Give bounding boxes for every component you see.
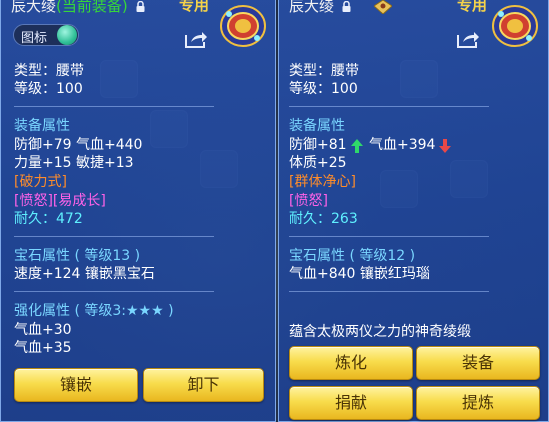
emblem-icon [220,5,266,47]
item-title: 辰大绫 [289,0,351,16]
share-icon[interactable] [457,30,479,48]
icon-toggle-label: 图标 [21,31,48,46]
item-type: 类型：腰带 [14,63,84,79]
rank-badge-icon [374,0,392,14]
divider [14,106,214,107]
compare-equipment-panel: 辰大绫 专用 类型：腰带 等级：100 装备属性 防御+81 气血+394 体质… [278,0,549,422]
divider [289,291,489,292]
divider [289,106,489,107]
gem-line: 速度+124 镶嵌黑宝石 [14,266,155,282]
enhance-line: 气血+35 [14,340,72,356]
down-arrow-icon [439,139,451,153]
donate-button[interactable]: 捐献 [289,386,413,420]
icon-toggle[interactable]: 图标 [13,24,79,46]
durability: 耐久：263 [289,211,358,227]
item-name: 辰大绫 [11,0,57,15]
item-level: 等级：100 [14,81,83,97]
up-arrow-icon [351,139,363,153]
embed-button[interactable]: 镶嵌 [14,368,138,402]
stat-line: 体质+25 [289,155,347,171]
item-title: 辰大绫(当前装备) [11,0,145,16]
special-effect: [愤怒] [289,193,328,209]
equip-button[interactable]: 装备 [416,346,540,380]
current-equipment-panel: 辰大绫(当前装备) 专用 图标 类型：腰带 等级：100 装备属性 防御+79 … [0,0,276,422]
lock-icon [136,1,145,12]
item-name: 辰大绫 [289,0,335,15]
refine-button[interactable]: 炼化 [289,346,413,380]
item-type: 类型：腰带 [289,63,359,79]
stat-line: 力量+15 敏捷+13 [14,155,134,171]
extract-button[interactable]: 提炼 [416,386,540,420]
unequip-button[interactable]: 卸下 [143,368,264,402]
enhance-header: 强化属性 ( 等级3:★★★ ) [14,303,174,319]
divider [14,236,214,237]
gem-header: 宝石属性 ( 等级13 ) [14,248,141,264]
item-level: 等级：100 [289,81,358,97]
stat-hp: 气血+394 [369,137,436,153]
item-description: 蕴含太极两仪之力的神奇绫缎 [289,324,471,340]
gem-header: 宝石属性 ( 等级12 ) [289,248,416,264]
divider [289,236,489,237]
attributes-header: 装备属性 [14,118,70,134]
stat-line: 防御+79 气血+440 [14,137,143,153]
exclusive-label: 专用 [457,0,488,14]
divider [14,291,214,292]
special-skill: [破力式] [14,174,67,190]
lock-icon [342,1,351,12]
toggle-knob [57,25,77,45]
special-skill: [群体净心] [289,174,356,190]
attributes-header: 装备属性 [289,118,345,134]
special-effect: [愤怒][易成长] [14,193,106,209]
stat-defense: 防御+81 [289,137,347,153]
emblem-icon [492,5,538,47]
enhance-line: 气血+30 [14,322,72,338]
gem-line: 气血+840 镶嵌红玛瑙 [289,266,430,282]
durability: 耐久：472 [14,211,83,227]
share-icon[interactable] [185,30,207,48]
exclusive-label: 专用 [179,0,210,14]
current-equipped-label: (当前装备) [56,0,128,15]
